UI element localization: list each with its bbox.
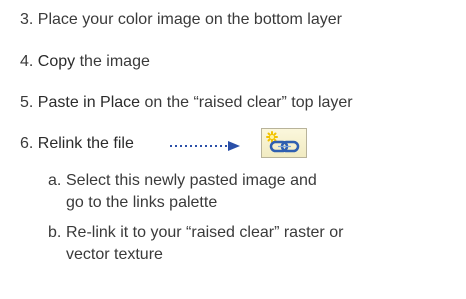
step-4-keyword: Copy: [37, 53, 76, 70]
step-5: 5. Paste in Place on the “raised clear” …: [20, 93, 353, 113]
step-6-keyword: Relink the file: [37, 135, 134, 152]
step-3: 3. Place your color image on the bottom …: [20, 10, 342, 30]
step-4: 4. Copy the image: [20, 52, 150, 72]
relink-button[interactable]: [261, 128, 307, 158]
step-6-number: 6.: [20, 135, 34, 152]
substep-b: b. Re-link it to your “raised clear” ras…: [48, 222, 458, 266]
step-3-text: Place your color image on the bottom lay…: [37, 11, 342, 28]
step-5-keyword: Paste in Place: [37, 94, 141, 111]
relink-chain-icon: [266, 131, 300, 153]
step-5-number: 5.: [20, 94, 34, 111]
substep-a-text: Select this newly pasted image and go to…: [66, 172, 317, 211]
substep-a: a. Select this newly pasted image and go…: [48, 170, 458, 214]
step-4-number: 4.: [20, 53, 34, 70]
step-4-text: the image: [79, 53, 150, 70]
substep-b-letter: b.: [48, 224, 62, 241]
dotted-arrow-icon: [170, 139, 242, 157]
step-5-text: on the “raised clear” top layer: [144, 94, 353, 111]
step-3-number: 3.: [20, 11, 34, 28]
step-6: 6. Relink the file: [20, 134, 134, 154]
substep-b-text: Re-link it to your “raised clear” raster…: [66, 224, 344, 263]
substep-a-letter: a.: [48, 172, 62, 189]
